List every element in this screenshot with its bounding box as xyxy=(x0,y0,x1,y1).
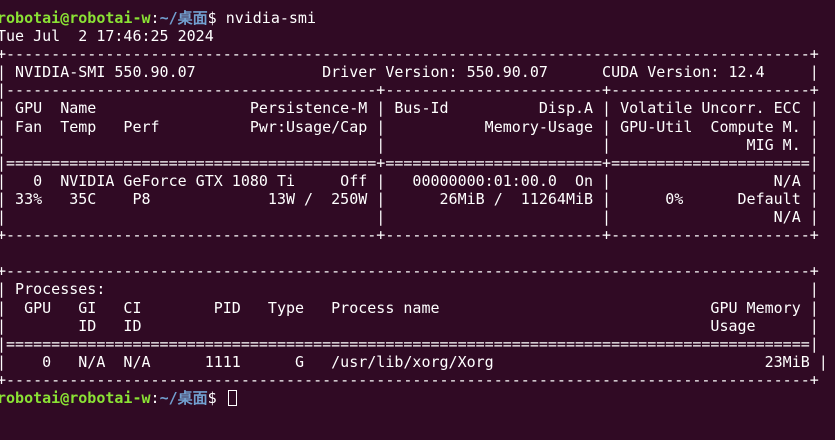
output-line: | 0 NVIDIA GeForce GTX 1080 Ti Off | 000… xyxy=(0,171,819,190)
output-line: | | | MIG M. | xyxy=(0,135,819,154)
prompt-user-host: robotai@robotai-w xyxy=(0,9,151,27)
output-line: | GPU GI CI PID Type Process name GPU Me… xyxy=(0,298,819,317)
output-line: Tue Jul 2 17:46:25 2024 xyxy=(0,27,214,46)
active-prompt-line[interactable]: robotai@robotai-w:~/桌面$ xyxy=(0,389,835,407)
prompt-symbol: $ xyxy=(207,388,226,407)
command-output: Tue Jul 2 17:46:25 2024 +---------------… xyxy=(0,27,835,389)
prompt-path: ~/桌面 xyxy=(159,9,208,27)
output-line: | NVIDIA-SMI 550.90.07 Driver Version: 5… xyxy=(0,63,819,82)
output-line: | Processes: | xyxy=(0,280,819,299)
output-line: +---------------------------------------… xyxy=(0,45,819,64)
output-line: | GPU Name Persistence-M | Bus-Id Disp.A… xyxy=(0,99,819,118)
output-line: | | | N/A | xyxy=(0,208,819,227)
prompt-separator: : xyxy=(150,388,160,407)
prompt-user-host: robotai@robotai-w xyxy=(0,388,151,407)
output-line: +---------------------------------------… xyxy=(0,370,819,389)
prompt-symbol: $ xyxy=(207,9,226,27)
prompt-separator: : xyxy=(150,9,160,27)
output-line: +---------------------------------------… xyxy=(0,226,819,245)
output-line: | ID ID Usage | xyxy=(0,316,819,335)
terminal-window[interactable]: robotai@robotai-w:~/桌面$ nvidia-smi Tue J… xyxy=(0,9,835,440)
entered-command: nvidia-smi xyxy=(225,9,316,27)
prompt-path: ~/桌面 xyxy=(159,388,208,407)
output-line: |=======================================… xyxy=(0,334,819,353)
output-line: | Fan Temp Perf Pwr:Usage/Cap | Memory-U… xyxy=(0,117,819,136)
output-line: +---------------------------------------… xyxy=(0,262,819,281)
output-line: |=======================================… xyxy=(0,153,819,172)
output-line: |---------------------------------------… xyxy=(0,81,819,100)
output-line: | 33% 35C P8 13W / 250W | 26MiB / 11264M… xyxy=(0,189,819,208)
output-line: | 0 N/A N/A 1111 G /usr/lib/xorg/Xorg 23… xyxy=(0,352,828,371)
text-cursor[interactable] xyxy=(227,389,237,406)
command-line: robotai@robotai-w:~/桌面$ nvidia-smi xyxy=(0,9,835,27)
